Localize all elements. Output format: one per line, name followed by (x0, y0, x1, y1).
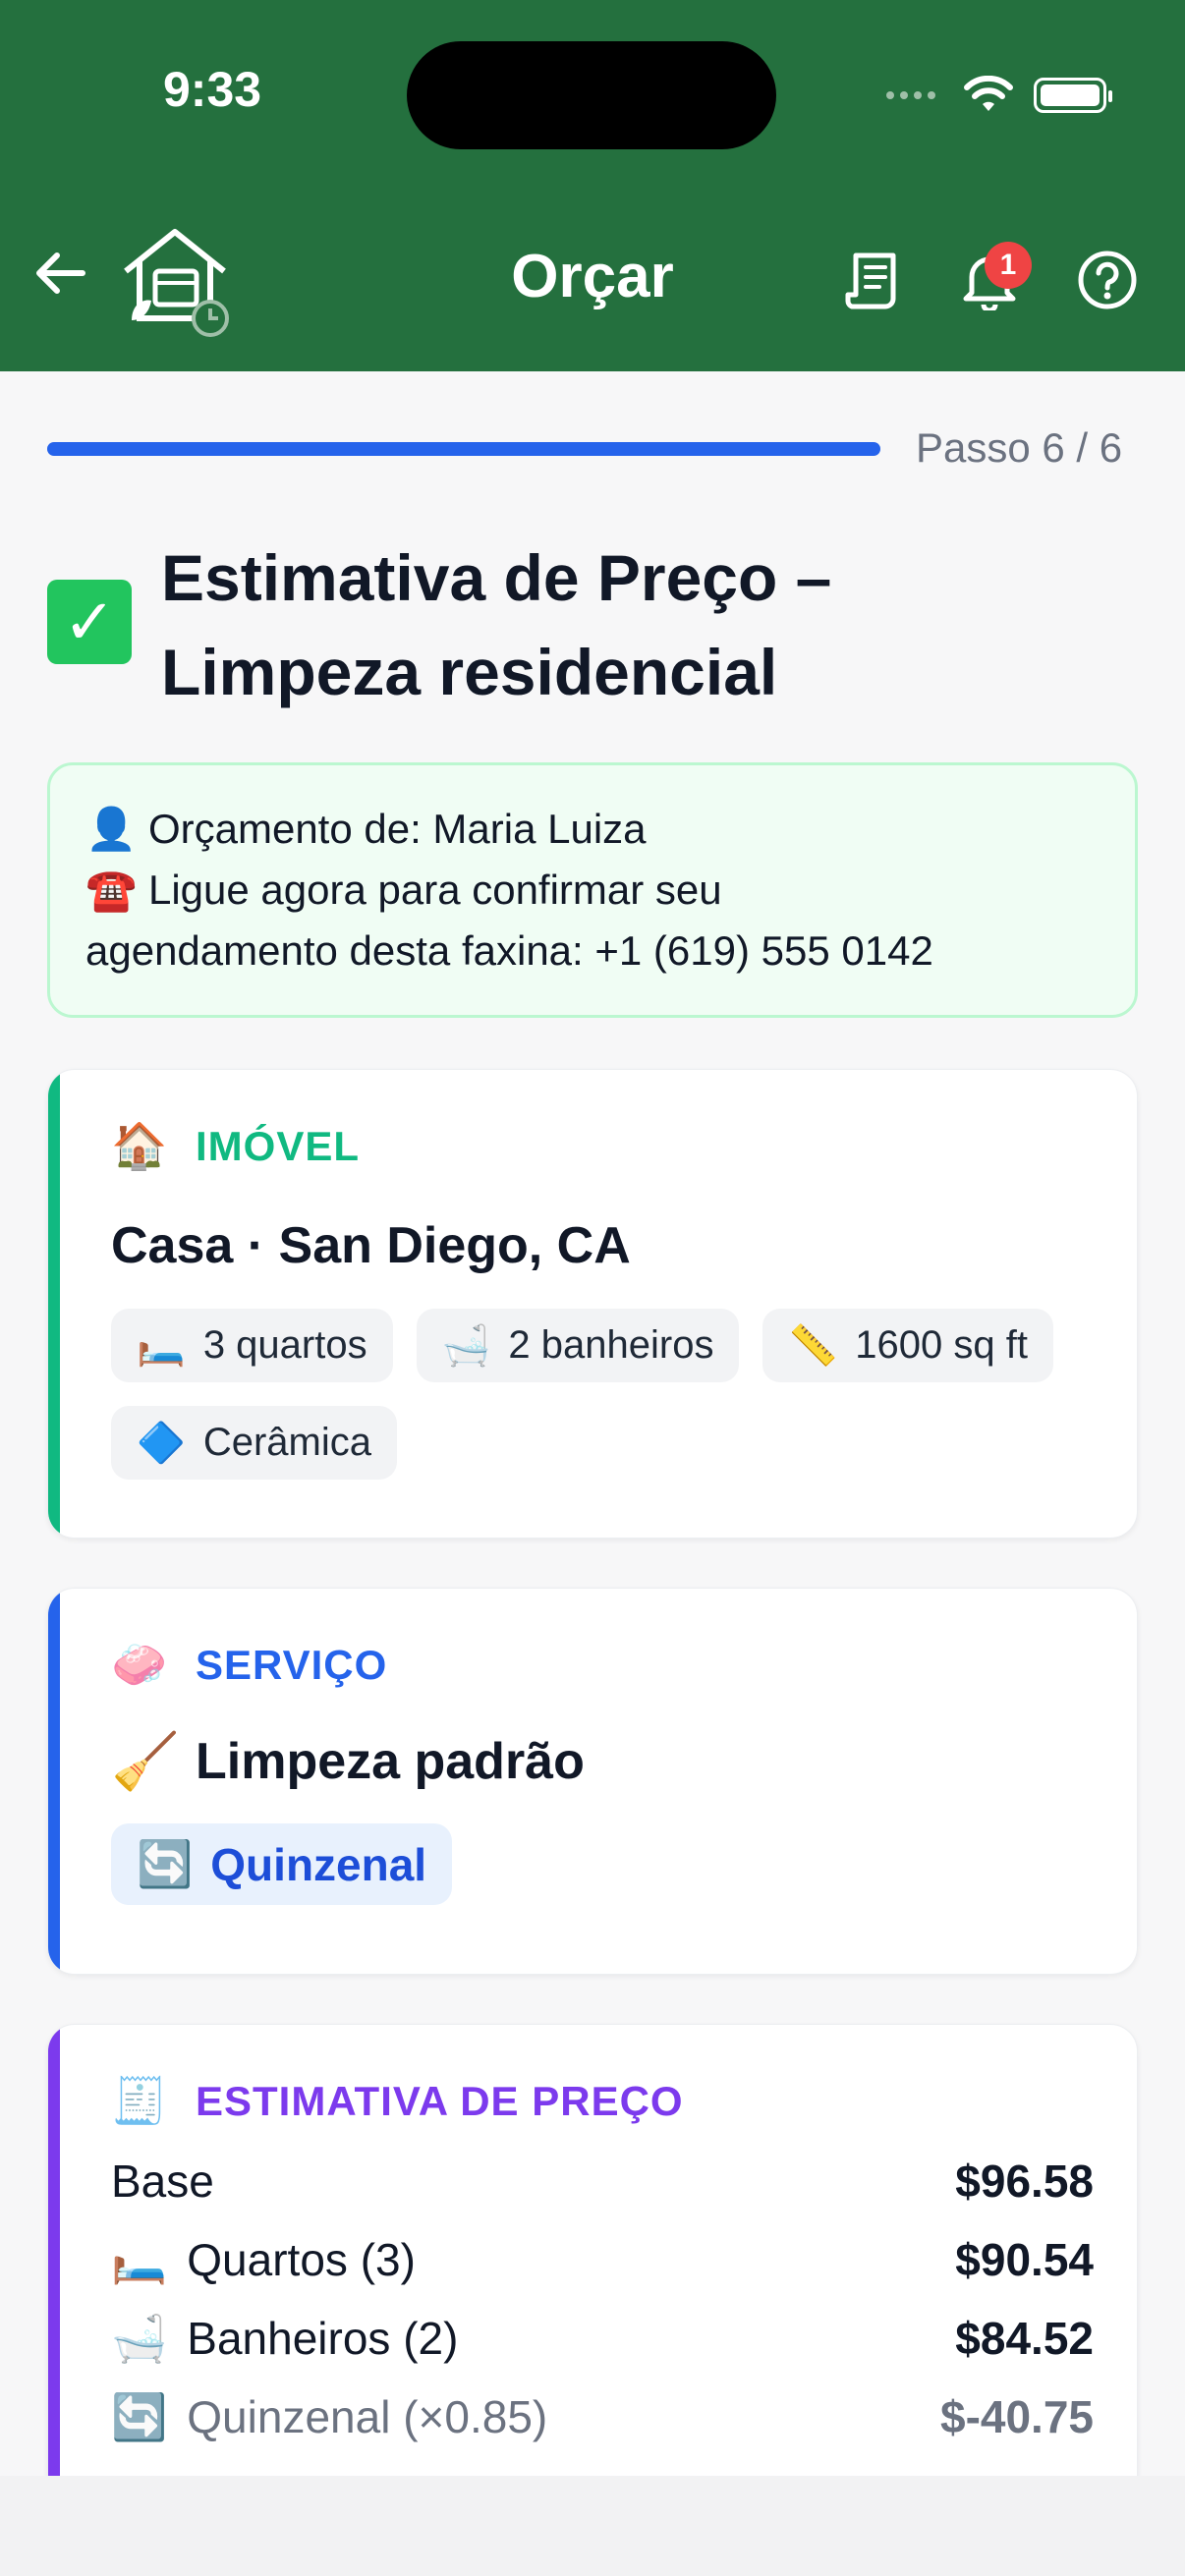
bedrooms-chip: 🛏️ 3 quartos (111, 1309, 393, 1382)
status-icons (884, 71, 1112, 120)
wifi-icon (964, 76, 1013, 111)
area-chip: 📏 1600 sq ft (762, 1309, 1053, 1382)
bed-icon: 🛏️ (111, 2233, 168, 2285)
estimate-accent (48, 2025, 60, 2536)
service-card: 🧼 SERVIÇO 🧹 Limpeza padrão 🔄 Quinzenal (47, 1588, 1138, 1975)
price-breakdown: Base $96.58 🛏️ Quartos (3) $90.54 🛁 Banhei… (111, 2142, 1137, 2456)
floor-chip: 🔷 Cerâmica (111, 1406, 397, 1480)
receipt-button[interactable] (839, 246, 908, 314)
property-heading: IMÓVEL (196, 1122, 361, 1169)
estimate-heading: ESTIMATIVA DE PREÇO (196, 2077, 684, 2124)
repeat-icon: 🔄 (137, 1838, 194, 1889)
price-row-bathrooms: 🛁 Banheiros (2) $84.52 (111, 2312, 1094, 2365)
help-icon (1078, 251, 1137, 309)
bed-icon: 🛏️ (137, 1324, 186, 1368)
title-line-1: Estimativa de Preço – (161, 541, 832, 614)
ruler-icon: 📏 (788, 1324, 838, 1368)
bathrooms-chip: 🛁 2 banheiros (416, 1309, 740, 1382)
bottom-area (0, 2476, 1185, 2576)
quote-owner: 👤 Orçamento de: Maria Luiza (85, 806, 647, 852)
page-title: ✓ Estimativa de Preço – Limpeza residenc… (47, 531, 1148, 719)
notification-badge: 1 (985, 242, 1032, 289)
contact-info-box: 👤 Orçamento de: Maria Luiza ☎️ Ligue ago… (47, 762, 1138, 1018)
status-time: 9:33 (163, 62, 262, 117)
price-row-base: Base $96.58 (111, 2156, 1094, 2207)
service-accent (48, 1589, 60, 1974)
check-mark-icon: ✓ (47, 580, 132, 664)
progress-bar (47, 442, 880, 456)
battery-icon (1034, 78, 1112, 113)
help-button[interactable] (1073, 246, 1142, 314)
service-name: Limpeza padrão (196, 1733, 585, 1790)
estimate-card: 🧾 ESTIMATIVA DE PREÇO Base $96.58 🛏️ Quar… (47, 2024, 1138, 2537)
frequency-chip: 🔄 Quinzenal (111, 1823, 453, 1905)
signal-icon (886, 91, 935, 99)
soap-icon: 🧼 (111, 1639, 169, 1690)
nav-bar: Orçar 1 (0, 212, 1185, 340)
broom-icon: 🧹 (111, 1730, 180, 1792)
property-summary: Casa · San Diego, CA (111, 1217, 631, 1274)
receipt-emoji-icon: 🧾 (111, 2075, 169, 2126)
call-prompt: ☎️ Ligue agora para confirmar seu (85, 867, 722, 913)
notifications-button[interactable]: 1 (955, 242, 1032, 314)
dynamic-island (407, 41, 776, 149)
price-row-bedrooms: 🛏️ Quartos (3) $90.54 (111, 2233, 1094, 2286)
bathtub-icon: 🛁 (111, 2312, 168, 2364)
progress-fill (47, 442, 880, 456)
bathtub-icon: 🛁 (441, 1324, 491, 1368)
house-icon: 🏠 (111, 1120, 169, 1171)
step-label: Passo 6 / 6 (916, 424, 1123, 471)
diamond-icon: 🔷 (137, 1422, 186, 1465)
receipt-icon (845, 252, 896, 309)
repeat-icon: 🔄 (111, 2390, 168, 2442)
app-header: 9:33 Orçar 1 (0, 0, 1185, 371)
property-accent (48, 1070, 60, 1538)
property-chips: 🛏️ 3 quartos 🛁 2 banheiros 📏 1600 sq ft 🔷 Ce… (111, 1309, 1113, 1480)
property-card: 🏠 IMÓVEL Casa · San Diego, CA 🛏️ 3 quarto… (47, 1069, 1138, 1539)
title-line-2: Limpeza residencial (161, 636, 778, 708)
price-row-frequency: 🔄 Quinzenal (×0.85) $-40.75 (111, 2390, 1094, 2443)
call-prompt-phone[interactable]: agendamento desta faxina: +1 (619) 555 0… (85, 921, 1100, 981)
service-heading: SERVIÇO (196, 1641, 388, 1688)
